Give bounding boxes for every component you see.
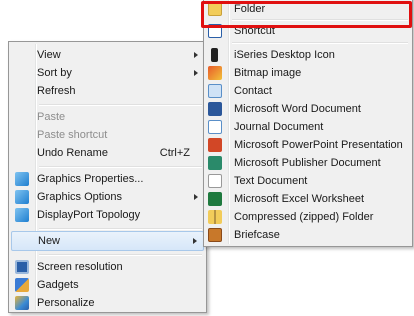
iseries-icon xyxy=(211,48,218,62)
menu-separator xyxy=(232,42,408,44)
menu-item-label: Text Document xyxy=(234,175,308,187)
submenu-arrow-icon xyxy=(193,238,197,244)
bitmap-icon xyxy=(208,66,222,80)
submenu-item-iseries-desktop-icon[interactable]: iSeries Desktop Icon xyxy=(206,46,410,64)
menu-item-label: Personalize xyxy=(37,297,95,309)
menu-item-label: Bitmap image xyxy=(234,67,302,79)
submenu-item-excel-worksheet[interactable]: Microsoft Excel Worksheet xyxy=(206,190,410,208)
menu-item-label: Sort by xyxy=(37,67,72,79)
contact-icon xyxy=(208,84,222,98)
submenu-item-journal-document[interactable]: Journal Document xyxy=(206,118,410,136)
menu-item-sort-by[interactable]: Sort by xyxy=(11,64,204,82)
intel-graphics-icon xyxy=(15,208,29,222)
zip-folder-icon xyxy=(208,210,222,224)
menu-item-label: Contact xyxy=(234,85,272,97)
powerpoint-icon xyxy=(208,138,222,152)
menu-item-label: Compressed (zipped) Folder xyxy=(234,211,374,223)
menu-item-label: Undo Rename xyxy=(37,147,108,159)
menu-item-paste: Paste xyxy=(11,108,204,126)
menu-item-label: Briefcase xyxy=(234,229,280,241)
menu-item-label: Refresh xyxy=(37,85,76,97)
menu-item-gadgets[interactable]: Gadgets xyxy=(11,276,204,294)
briefcase-icon xyxy=(208,228,222,242)
text-document-icon xyxy=(208,174,222,188)
menu-item-label: Microsoft Excel Worksheet xyxy=(234,193,365,205)
intel-graphics-icon xyxy=(15,190,29,204)
menu-item-undo-rename[interactable]: Undo Rename Ctrl+Z xyxy=(11,144,204,162)
menu-item-label: Microsoft Word Document xyxy=(234,103,361,115)
submenu-item-briefcase[interactable]: Briefcase xyxy=(206,226,410,244)
menu-separator xyxy=(39,104,202,106)
menu-item-personalize[interactable]: Personalize xyxy=(11,294,204,312)
intel-graphics-icon xyxy=(15,172,29,186)
menu-item-label: DisplayPort Topology xyxy=(37,209,141,221)
menu-item-refresh[interactable]: Refresh xyxy=(11,82,204,100)
folder-icon xyxy=(208,2,222,16)
menu-separator xyxy=(39,228,202,230)
gadgets-icon xyxy=(15,278,29,292)
submenu-item-publisher-document[interactable]: Microsoft Publisher Document xyxy=(206,154,410,172)
menu-item-label: Shortcut xyxy=(234,25,275,37)
menu-item-label: Graphics Options xyxy=(37,191,122,203)
submenu-arrow-icon xyxy=(194,52,198,58)
submenu-item-shortcut[interactable]: Shortcut xyxy=(206,22,410,40)
keyboard-shortcut: Ctrl+Z xyxy=(159,147,190,159)
menu-item-paste-shortcut: Paste shortcut xyxy=(11,126,204,144)
submenu-item-folder[interactable]: Folder xyxy=(206,0,410,18)
submenu-item-contact[interactable]: Contact xyxy=(206,82,410,100)
menu-item-screen-resolution[interactable]: Screen resolution xyxy=(11,258,204,276)
submenu-item-text-document[interactable]: Text Document xyxy=(206,172,410,190)
menu-item-label: Paste xyxy=(37,111,66,123)
menu-item-label: New xyxy=(38,235,61,247)
menu-item-label: iSeries Desktop Icon xyxy=(234,49,335,61)
shortcut-icon xyxy=(208,24,222,38)
submenu-item-bitmap-image[interactable]: Bitmap image xyxy=(206,64,410,82)
menu-item-label: Microsoft PowerPoint Presentation xyxy=(234,139,403,151)
journal-icon xyxy=(208,120,222,134)
menu-separator xyxy=(39,166,202,168)
menu-item-graphics-options[interactable]: Graphics Options xyxy=(11,188,204,206)
submenu-arrow-icon xyxy=(194,70,198,76)
submenu-item-word-document[interactable]: Microsoft Word Document xyxy=(206,100,410,118)
desktop-context-menu: View Sort by Refresh Paste Paste shortcu… xyxy=(8,41,207,313)
menu-item-graphics-properties[interactable]: Graphics Properties... xyxy=(11,170,204,188)
submenu-item-compressed-folder[interactable]: Compressed (zipped) Folder xyxy=(206,208,410,226)
menu-item-displayport-topology[interactable]: DisplayPort Topology xyxy=(11,206,204,224)
publisher-icon xyxy=(208,156,222,170)
submenu-item-powerpoint-presentation[interactable]: Microsoft PowerPoint Presentation xyxy=(206,136,410,154)
personalize-icon xyxy=(15,296,29,310)
menu-item-label: Gadgets xyxy=(37,279,79,291)
menu-separator xyxy=(232,19,408,21)
menu-item-label: Screen resolution xyxy=(37,261,123,273)
menu-item-label: View xyxy=(37,49,61,61)
menu-item-new[interactable]: New xyxy=(11,231,204,251)
word-icon xyxy=(208,102,222,116)
menu-item-label: Paste shortcut xyxy=(37,129,108,141)
menu-separator xyxy=(39,254,202,256)
submenu-arrow-icon xyxy=(194,194,198,200)
monitor-icon xyxy=(15,260,29,274)
menu-item-label: Journal Document xyxy=(234,121,324,133)
excel-icon xyxy=(208,192,222,206)
menu-item-label: Folder xyxy=(234,3,266,15)
menu-item-view[interactable]: View xyxy=(11,46,204,64)
menu-item-label: Graphics Properties... xyxy=(37,173,144,185)
new-submenu: Folder Shortcut iSeries Desktop Icon Bit… xyxy=(203,0,413,247)
menu-item-label: Microsoft Publisher Document xyxy=(234,157,381,169)
